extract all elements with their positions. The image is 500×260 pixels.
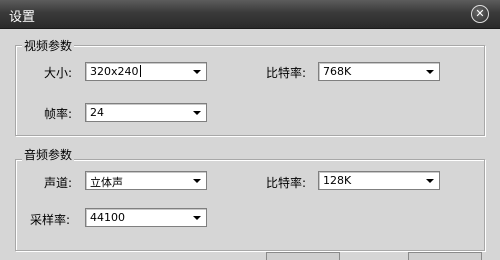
video-bitrate-label: 比特率: [266, 66, 307, 80]
chevron-down-icon [193, 216, 201, 220]
cancel-button[interactable] [408, 252, 482, 260]
samplerate-label: 采样率: [30, 213, 71, 227]
video-bitrate-dropdown[interactable]: 768K [318, 62, 440, 81]
samplerate-value: 44100 [90, 211, 125, 224]
audio-bitrate-value: 128K [323, 174, 352, 187]
samplerate-dropdown[interactable]: 44100 [85, 208, 207, 227]
title-bar: 设置 ✕ [0, 0, 500, 29]
framerate-dropdown[interactable]: 24 [85, 103, 207, 122]
dialog-body: 视频参数 大小: 320x240 比特率: 768K 帧率: 24 音频参数 声… [0, 29, 500, 260]
channel-dropdown[interactable]: 立体声 [85, 171, 207, 190]
chevron-down-icon [193, 111, 201, 115]
audio-bitrate-dropdown[interactable]: 128K [318, 171, 440, 190]
size-value: 320x240 [90, 65, 139, 78]
video-bitrate-value: 768K [323, 65, 352, 78]
audio-bitrate-label: 比特率: [266, 176, 307, 190]
video-group-title: 视频参数 [22, 37, 75, 54]
close-button[interactable]: ✕ [471, 5, 489, 23]
video-settings-group [15, 45, 485, 136]
close-icon: ✕ [475, 7, 485, 20]
chevron-down-icon [426, 179, 434, 183]
window-title: 设置 [9, 10, 36, 25]
size-label: 大小: [44, 66, 73, 80]
framerate-label: 帧率: [44, 107, 73, 121]
chevron-down-icon [426, 70, 434, 74]
framerate-value: 24 [90, 106, 104, 119]
channel-value: 立体声 [90, 176, 123, 189]
chevron-down-icon [193, 70, 201, 74]
chevron-down-icon [193, 179, 201, 183]
channel-label: 声道: [44, 176, 73, 190]
audio-group-title: 音频参数 [22, 146, 75, 163]
size-dropdown[interactable]: 320x240 [85, 62, 207, 81]
ok-button[interactable] [266, 252, 340, 260]
